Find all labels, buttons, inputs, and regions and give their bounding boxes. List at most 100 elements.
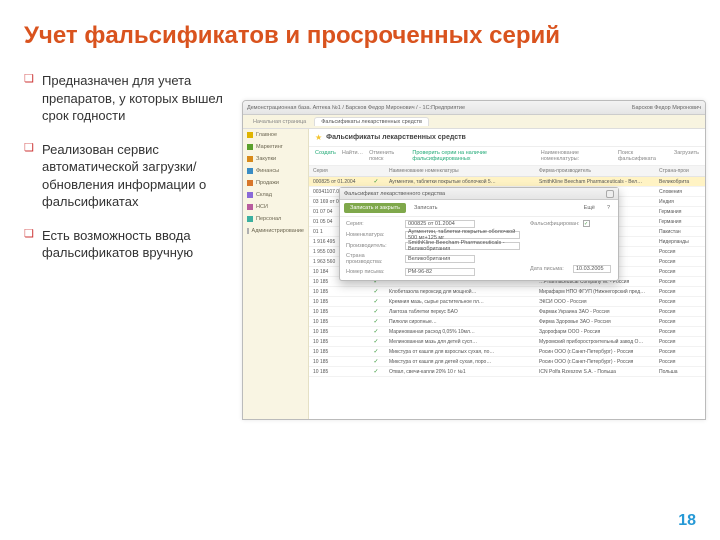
cell-country: Россия xyxy=(655,337,705,347)
cell-nomen: Лактоза таблетки перкус БАО xyxy=(385,307,535,317)
cell-nomen: Пилюли сиропные… xyxy=(385,317,535,327)
table-row[interactable]: 10 185✓Лактоза таблетки перкус БАОФармак… xyxy=(309,307,705,317)
sidebar-item[interactable]: Продажи xyxy=(243,177,308,189)
owner-label: Номер письма: xyxy=(346,269,402,275)
sidebar-item[interactable]: Администрирование xyxy=(243,225,308,237)
table-row[interactable]: 10 185✓Пилюли сиропные…Фирма Здоровье ЗА… xyxy=(309,317,705,327)
cell-check: ✓ xyxy=(367,348,385,355)
table-row[interactable]: 000825 от 01.2004✓Аугментин, таблетки по… xyxy=(309,177,705,187)
close-icon[interactable] xyxy=(606,190,614,198)
find-button[interactable]: Найти… xyxy=(342,150,363,162)
cell-producer: Мирафарм НПО ФГУП (Нижнегорский пред… xyxy=(535,287,655,297)
country-label: Страна производства: xyxy=(346,253,402,265)
cell-series: 10 185 xyxy=(309,327,367,337)
cell-check: ✓ xyxy=(367,178,385,185)
slide-title: Учет фальсификатов и просроченных серий xyxy=(0,0,720,50)
table-row[interactable]: 10 185✓Микстура от кашля для взрослых су… xyxy=(309,347,705,357)
sidebar-item[interactable]: НСИ xyxy=(243,201,308,213)
tab-active[interactable]: Фальсификаты лекарственных средств xyxy=(314,117,429,126)
cell-series: 10 185 xyxy=(309,287,367,297)
cell-country: Россия xyxy=(655,347,705,357)
col-country: Страна-прои xyxy=(655,166,705,176)
sidebar-icon xyxy=(247,144,253,150)
bullet-item: Есть возможность ввода фальсификатов вру… xyxy=(24,227,234,278)
date-input[interactable]: 10.03.2005 xyxy=(573,265,611,273)
sidebar-label: Финансы xyxy=(256,168,279,174)
help-icon[interactable]: ? xyxy=(603,203,614,213)
app-window: Демонстрационная база. Аптека №1 / Барск… xyxy=(242,100,706,420)
cell-country: Германия xyxy=(655,207,705,217)
cell-check: ✓ xyxy=(367,308,385,315)
country-input[interactable]: Великобритания xyxy=(405,255,475,263)
search-fals-button[interactable]: Поиск фальсификата xyxy=(618,150,668,162)
cell-country: Россия xyxy=(655,327,705,337)
cell-series: 10 185 xyxy=(309,357,367,367)
sidebar-item[interactable]: Склад xyxy=(243,189,308,201)
sidebar-item[interactable]: Главное xyxy=(243,129,308,141)
owner-input[interactable]: РМ-96-82 xyxy=(405,268,475,276)
fals-label: Фальсифицирован: xyxy=(530,221,580,227)
load-button[interactable]: Загрузить xyxy=(674,150,699,162)
cell-producer: Здорофарм ООО - Россия xyxy=(535,327,655,337)
table-row[interactable]: 10 185✓Мелинованная мазь для детей сусп…… xyxy=(309,337,705,347)
cell-country: Россия xyxy=(655,277,705,287)
cell-country: Россия xyxy=(655,357,705,367)
cell-country: Россия xyxy=(655,307,705,317)
cell-check: ✓ xyxy=(367,328,385,335)
cell-check: ✓ xyxy=(367,338,385,345)
sidebar-label: Склад xyxy=(256,192,272,198)
more-button[interactable]: Ещё xyxy=(580,203,599,213)
cell-producer: Фармак Украина ЗАО - Россия xyxy=(535,307,655,317)
cell-producer: Росин ООО (г.Санкт-Петербург) - Россия xyxy=(535,357,655,367)
cell-nomen: Мелинованная мазь для детей сусп… xyxy=(385,337,535,347)
cell-check: ✓ xyxy=(367,368,385,375)
cell-country: Россия xyxy=(655,287,705,297)
cell-producer: Муромский приборостроительный завод О… xyxy=(535,337,655,347)
sidebar-item[interactable]: Персонал xyxy=(243,213,308,225)
modal-dialog: Фальсификат лекарственного средства Запи… xyxy=(339,187,619,281)
cell-series: 000825 от 01.2004 xyxy=(309,177,367,187)
cell-check: ✓ xyxy=(367,318,385,325)
modal-titlebar: Фальсификат лекарственного средства xyxy=(340,188,618,200)
check-series-button[interactable]: Проверить серии на наличие фальсифициров… xyxy=(412,150,534,162)
save-close-button[interactable]: Записать и закрыть xyxy=(344,203,406,213)
cell-country: Россия xyxy=(655,247,705,257)
series-label: Серия: xyxy=(346,221,402,227)
cell-nomen: Микстура от кашля для детей сухая, поро… xyxy=(385,357,535,367)
series-input[interactable]: 000825 от 01.2004 xyxy=(405,220,475,228)
sidebar-label: Главное xyxy=(256,132,277,138)
table-row[interactable]: 10 185✓Отвал, свечи-капли 20% 10 г №1ICN… xyxy=(309,367,705,377)
table-row[interactable]: 10 185✓Маринованная расход 0,05% 10мл…Зд… xyxy=(309,327,705,337)
cell-country: Словения xyxy=(655,187,705,197)
write-button[interactable]: Записать xyxy=(410,203,442,213)
bullet-item: Реализован сервис автоматической загрузк… xyxy=(24,141,234,227)
table-row[interactable]: 10 185✓Клобетазола пероксид для мощной…М… xyxy=(309,287,705,297)
cell-producer: ЭКСИ ООО - Россия xyxy=(535,297,655,307)
producer-label: Производитель: xyxy=(346,243,402,249)
fals-checkbox[interactable]: ✓ xyxy=(583,220,590,227)
create-button[interactable]: Создать xyxy=(315,150,336,162)
table-row[interactable]: 10 185✓Кремния мазь, сырье растительное … xyxy=(309,297,705,307)
cell-series: 10 185 xyxy=(309,317,367,327)
window-user: Барсков Федор Миронович xyxy=(632,105,701,111)
date-label: Дата письма: xyxy=(530,266,570,272)
sidebar-item[interactable]: Финансы xyxy=(243,165,308,177)
cell-country: Россия xyxy=(655,317,705,327)
sidebar: Главное Маркетинг Закупки Финансы Продажи Скл… xyxy=(243,129,309,419)
cell-producer: Фирма Здоровье ЗАО - Россия xyxy=(535,317,655,327)
sidebar-item[interactable]: Закупки xyxy=(243,153,308,165)
cancel-search-button[interactable]: Отменить поиск xyxy=(369,150,406,162)
producer-input[interactable]: SmithKline Beecham Pharmaceuticals - Вел… xyxy=(405,242,520,250)
cell-nomen: Клобетазола пероксид для мощной… xyxy=(385,287,535,297)
cell-country: Россия xyxy=(655,297,705,307)
window-title: Демонстрационная база. Аптека №1 / Барск… xyxy=(247,105,465,111)
table-row[interactable]: 10 185✓Микстура от кашля для детей сухая… xyxy=(309,357,705,367)
sidebar-icon xyxy=(247,204,253,210)
col-series: Серия xyxy=(309,166,367,176)
sidebar-label: НСИ xyxy=(256,204,268,210)
sidebar-label: Маркетинг xyxy=(256,144,283,150)
sidebar-item[interactable]: Маркетинг xyxy=(243,141,308,153)
nomen-input[interactable]: Аугментин, таблетки покрытые оболочкой 5… xyxy=(405,231,520,239)
tab-home[interactable]: Начальная страница xyxy=(247,118,312,126)
sidebar-icon xyxy=(247,180,253,186)
